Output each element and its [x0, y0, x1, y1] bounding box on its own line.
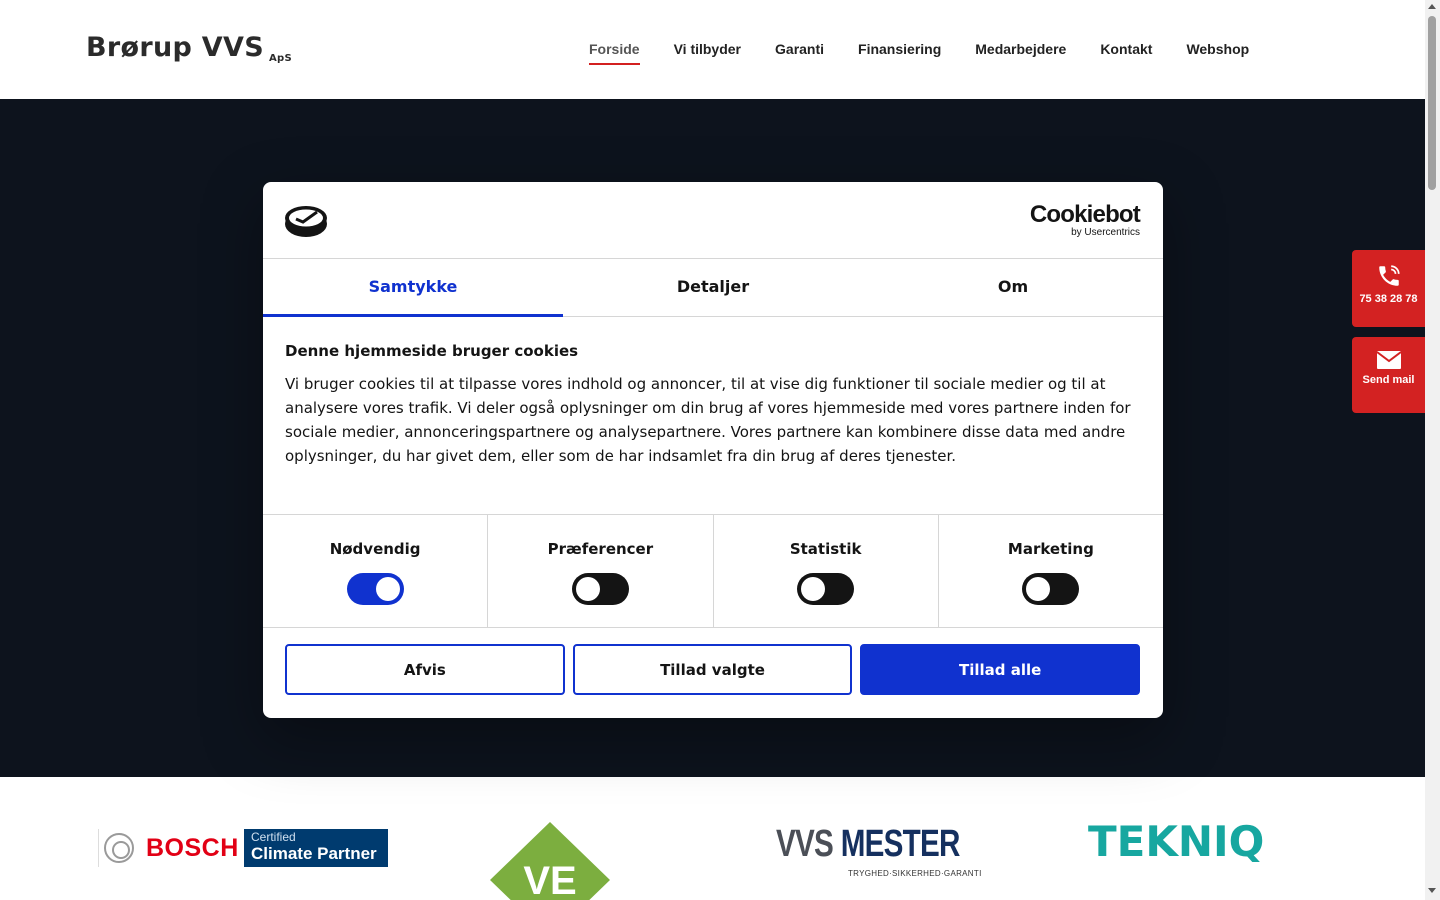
- scroll-down-icon[interactable]: [1428, 888, 1436, 893]
- nav-item-kontakt[interactable]: Kontakt: [1100, 41, 1152, 65]
- site-header: Brørup VVS ApS Forside Vi tilbyder Garant…: [0, 0, 1425, 99]
- dialog-description: Vi bruger cookies til at tilpasse vores …: [285, 375, 1131, 465]
- bosch-wordmark: BOSCH: [146, 833, 239, 862]
- nav-item-webshop[interactable]: Webshop: [1186, 41, 1249, 65]
- bosch-badge-line-2: Climate Partner: [251, 844, 377, 863]
- cookiebot-wordmark: Cookiebot: [1029, 201, 1141, 228]
- dialog-actions: Afvis Tillad valgte Tillad alle: [285, 644, 1141, 695]
- tekniq-logo: TEKNIQ: [1088, 817, 1265, 866]
- cookie-consent-dialog: Cookiebot by Usercentrics Samtykke Detal…: [263, 182, 1163, 718]
- vvs-word: VVS: [776, 823, 834, 865]
- cookiebot-brand[interactable]: Cookiebot by Usercentrics: [1029, 201, 1141, 238]
- bosch-emblem-icon: [104, 833, 134, 863]
- toggle-group-statistik: Statistik: [714, 515, 939, 627]
- mail-icon: [1375, 351, 1402, 369]
- toggle-statistik[interactable]: [797, 573, 855, 605]
- toggle-label-praeferencer: Præferencer: [547, 540, 654, 558]
- site-logo[interactable]: Brørup VVS ApS: [86, 32, 292, 64]
- dialog-header: Cookiebot by Usercentrics: [263, 182, 1163, 259]
- vvs-mester-logo: VVS MESTER TRYGHED·SIKKERHED·GARANTI: [776, 823, 981, 883]
- toggle-nodvendig[interactable]: [346, 573, 404, 605]
- bosch-logo: BOSCH Certified Climate Partner: [98, 829, 388, 867]
- bosch-badge: Certified Climate Partner: [244, 829, 388, 867]
- ve-letters: VE: [523, 859, 576, 900]
- tab-detaljer[interactable]: Detaljer: [563, 259, 863, 316]
- logo-suffix: ApS: [268, 53, 292, 64]
- tab-samtykke[interactable]: Samtykke: [263, 259, 563, 317]
- scroll-up-icon[interactable]: [1428, 4, 1436, 9]
- dialog-body: Denne hjemmeside bruger cookies Vi bruge…: [285, 342, 1145, 468]
- bosch-badge-line-1: Certified: [251, 830, 296, 844]
- toggle-label-nodvendig: Nødvendig: [329, 540, 421, 558]
- main-nav: Forside Vi tilbyder Garanti Finansiering…: [589, 41, 1249, 65]
- send-mail-button[interactable]: Send mail: [1352, 337, 1425, 413]
- tab-om[interactable]: Om: [863, 259, 1163, 316]
- logo-text: Brørup VVS: [86, 32, 264, 63]
- toggle-group-praeferencer: Præferencer: [488, 515, 714, 627]
- toggle-group-marketing: Marketing: [939, 515, 1163, 627]
- allow-selected-button[interactable]: Tillad valgte: [572, 644, 853, 695]
- allow-all-button[interactable]: Tillad alle: [860, 644, 1141, 695]
- toggle-marketing[interactable]: [1022, 573, 1080, 605]
- nav-item-finansiering[interactable]: Finansiering: [858, 41, 941, 65]
- reject-button[interactable]: Afvis: [285, 644, 565, 695]
- partner-logos: BOSCH Certified Climate Partner VE VVS ME…: [0, 777, 1425, 900]
- nav-item-forside[interactable]: Forside: [589, 41, 640, 65]
- toggle-label-marketing: Marketing: [1007, 540, 1094, 558]
- page-scrollbar[interactable]: [1425, 0, 1440, 900]
- send-mail-label: Send mail: [1362, 374, 1415, 386]
- ve-logo: VE: [490, 822, 610, 900]
- call-button[interactable]: 75 38 28 78: [1352, 250, 1425, 327]
- scrollbar-thumb[interactable]: [1428, 16, 1436, 190]
- toggle-label-statistik: Statistik: [789, 540, 862, 558]
- consent-toggles: Nødvendig Præferencer Statistik Marketin…: [263, 514, 1163, 628]
- vvs-tagline: TRYGHED·SIKKERHED·GARANTI: [848, 869, 982, 878]
- cookie-logo-icon: [285, 206, 327, 237]
- dialog-tabs: Samtykke Detaljer Om: [263, 259, 1163, 317]
- toggle-group-nodvendig: Nødvendig: [263, 515, 489, 627]
- nav-item-medarbejdere[interactable]: Medarbejdere: [975, 41, 1066, 65]
- cookiebot-byline: by Usercentrics: [1071, 227, 1140, 238]
- mester-word: MESTER: [840, 823, 961, 865]
- toggle-praeferencer[interactable]: [571, 573, 629, 605]
- nav-item-vi-tilbyder[interactable]: Vi tilbyder: [674, 41, 741, 65]
- phone-number: 75 38 28 78: [1359, 293, 1418, 305]
- phone-icon: [1378, 265, 1400, 286]
- nav-item-garanti[interactable]: Garanti: [775, 41, 824, 65]
- dialog-title: Denne hjemmeside bruger cookies: [285, 342, 579, 360]
